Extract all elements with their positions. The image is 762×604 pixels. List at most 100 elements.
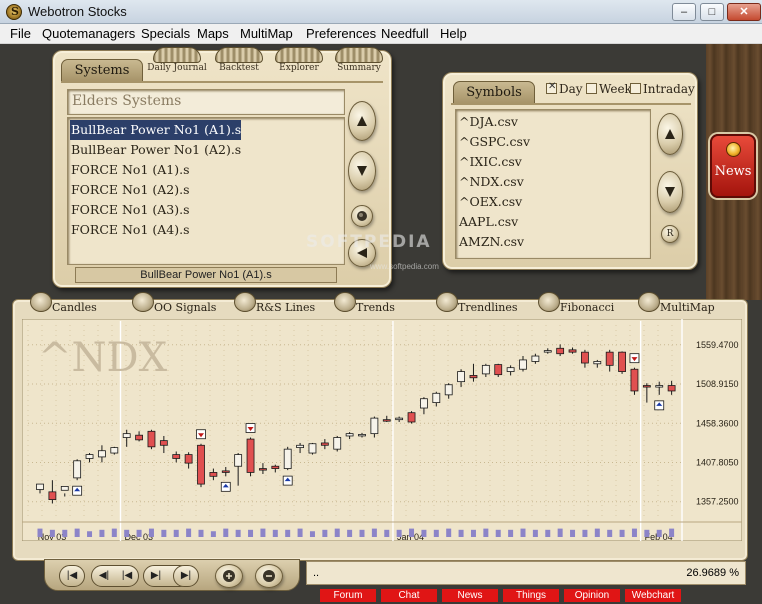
symbols-list[interactable]: ^DJA.csv ^GSPC.csv ^IXIC.csv ^NDX.csv ^O… <box>455 109 651 259</box>
tab-underline <box>61 81 383 83</box>
volume-bar <box>99 529 105 537</box>
volume-bar <box>124 529 130 537</box>
volume-bar <box>347 529 353 537</box>
reload-button[interactable]: R <box>661 225 679 243</box>
knob-icon <box>638 292 660 312</box>
tab-trendlines-label: Trendlines <box>458 301 518 314</box>
tab-underline <box>451 103 691 105</box>
candle-body <box>135 434 143 441</box>
link-chat[interactable]: Chat <box>381 589 437 602</box>
candle-body <box>395 417 404 421</box>
candle-body <box>481 364 490 375</box>
last-button[interactable]: ▶| <box>173 565 199 587</box>
app-icon[interactable] <box>6 4 22 20</box>
week-checkbox[interactable]: Week <box>586 82 632 96</box>
maximize-button[interactable]: □ <box>700 3 724 21</box>
candle-body <box>457 371 465 383</box>
minimize-button[interactable]: – <box>672 3 696 21</box>
list-item[interactable]: FORCE No1 (A1).s <box>70 160 190 180</box>
menu-specials[interactable]: Specials <box>141 26 190 41</box>
tab-systems[interactable]: Systems <box>61 59 143 81</box>
volume-bar <box>359 529 365 537</box>
menu-help[interactable]: Help <box>440 26 467 41</box>
rewind-icon[interactable]: ◀| <box>93 566 115 586</box>
volume-bar <box>631 528 637 537</box>
candlestick-chart[interactable]: ^NDX 1559.4700 1508.9150 1458.3600 1407.8050… <box>22 319 742 541</box>
list-item[interactable]: ^IXIC.csv <box>458 152 522 172</box>
volume-bar <box>433 529 439 537</box>
volume-bar <box>248 529 254 537</box>
candle-body <box>506 367 515 372</box>
menu-file[interactable]: File <box>10 26 31 41</box>
select-dot-button[interactable] <box>351 205 373 227</box>
volume-bar <box>607 529 613 537</box>
volume-bar <box>198 529 204 537</box>
list-item[interactable]: AAPL.csv <box>458 212 518 232</box>
scroll-up-button[interactable] <box>348 101 376 141</box>
list-item[interactable]: BullBear Power No1 (A1).s <box>70 120 242 140</box>
menu-maps[interactable]: Maps <box>197 26 229 41</box>
volume-bar <box>223 528 229 537</box>
tab-backtest[interactable]: Backtest <box>213 47 265 73</box>
candle-body <box>60 486 69 491</box>
tab-oo-signals-label: OO Signals <box>154 301 217 314</box>
list-item[interactable]: ^GSPC.csv <box>458 132 530 152</box>
menu-needfull[interactable]: Needfull <box>381 26 429 41</box>
zoom-in-button[interactable] <box>215 564 243 588</box>
volume-bar <box>371 528 377 537</box>
symbols-up-button[interactable] <box>657 113 683 155</box>
list-item[interactable]: BullBear Power No1 (A2).s <box>70 140 241 160</box>
symbols-down-button[interactable] <box>657 171 683 213</box>
menu-preferences[interactable]: Preferences <box>306 26 376 41</box>
tab-trends-label: Trends <box>356 301 395 314</box>
knob-icon <box>538 292 560 312</box>
day-checkbox-label: Day <box>559 82 583 96</box>
link-opinion[interactable]: Opinion <box>564 589 620 602</box>
systems-status: BullBear Power No1 (A1).s <box>75 267 337 283</box>
volume-bar <box>148 528 154 537</box>
candle-body <box>618 351 626 372</box>
volume-bar <box>74 528 80 537</box>
list-item[interactable]: ^NDX.csv <box>458 172 524 192</box>
tab-explorer[interactable]: Explorer <box>273 47 325 73</box>
list-item[interactable]: FORCE No1 (A2).s <box>70 180 190 200</box>
list-item[interactable]: FORCE No1 (A3).s <box>70 200 190 220</box>
tab-summary[interactable]: Summary <box>333 47 385 73</box>
day-checkbox[interactable]: Day <box>546 81 583 96</box>
list-item[interactable]: ^DJA.csv <box>458 112 518 132</box>
link-news[interactable]: News <box>442 589 498 602</box>
tab-explorer-label: Explorer <box>279 63 319 73</box>
candle-body <box>494 364 503 376</box>
volume-bar <box>458 529 464 537</box>
skip-last-icon: ▶| <box>180 570 192 581</box>
list-item[interactable]: AMZN.csv <box>458 232 524 252</box>
menu-multimap[interactable]: MultiMap <box>240 26 293 41</box>
intraday-checkbox[interactable]: Intraday <box>630 82 695 96</box>
volume-bar <box>87 531 93 537</box>
systems-list[interactable]: BullBear Power No1 (A1).s BullBear Power… <box>67 117 345 265</box>
candle-body <box>333 437 342 450</box>
candle-body <box>283 448 292 469</box>
news-button-label: News <box>714 164 752 179</box>
link-forum[interactable]: Forum <box>320 589 376 602</box>
link-webchart[interactable]: Webchart <box>625 589 681 602</box>
watermark-url: www.softpedia.com <box>370 262 439 271</box>
volume-bar <box>396 529 402 537</box>
candle-body <box>246 438 255 473</box>
step-back-icon[interactable]: |◀ <box>116 566 138 586</box>
title-bar: Webotron Stocks – □ ✕ <box>0 0 762 24</box>
volume-bar <box>532 529 538 537</box>
news-button[interactable]: News <box>710 134 756 198</box>
tab-symbols[interactable]: Symbols <box>453 81 535 103</box>
zoom-out-button[interactable] <box>255 564 283 588</box>
step-forward-icon[interactable]: ▶| <box>145 566 167 586</box>
candle-body <box>73 460 82 479</box>
close-button[interactable]: ✕ <box>727 3 761 21</box>
scroll-down-button[interactable] <box>348 151 376 191</box>
tab-daily-journal[interactable]: Daily Journal <box>147 47 207 73</box>
first-button[interactable]: |◀ <box>59 565 85 587</box>
list-item[interactable]: FORCE No1 (A4).s <box>70 220 190 240</box>
list-item[interactable]: ^OEX.csv <box>458 192 522 212</box>
menu-quotemanagers[interactable]: Quotemanagers <box>42 26 135 41</box>
link-things[interactable]: Things <box>503 589 559 602</box>
